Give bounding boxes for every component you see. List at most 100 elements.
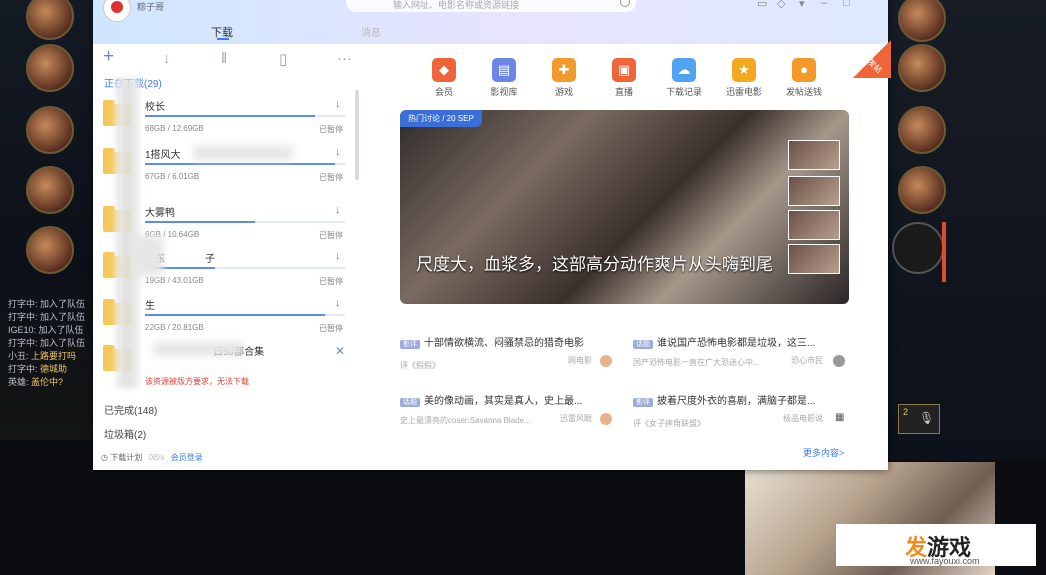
nav-download-records[interactable]: ☁ 下载记录	[662, 58, 706, 98]
health-bar	[942, 222, 946, 282]
banner-title: 尺度大，血浆多，这部高分动作爽片从头嗨到尾	[416, 255, 773, 274]
banner-thumbnail[interactable]	[788, 140, 840, 170]
schedule-link[interactable]: 下载计划	[110, 453, 142, 462]
news-tag: 话题	[633, 340, 653, 349]
champion-portrait	[26, 226, 74, 274]
download-speed: 0B/s	[148, 453, 165, 462]
author-avatar	[600, 355, 612, 367]
nav-post-reward[interactable]: ● 发帖送钱	[782, 58, 826, 98]
news-author: 恐心市民	[791, 356, 823, 365]
news-item[interactable]: 话题 美的像动画，其实是真人，史上最... 史上最漂亮的coser:Savanna…	[400, 392, 615, 427]
add-task-icon[interactable]: +	[103, 46, 114, 68]
privacy-blur	[133, 236, 163, 276]
settings-icon[interactable]: ▾	[799, 0, 805, 10]
item-status: 已暂停	[319, 231, 343, 240]
champion-portrait	[26, 106, 74, 154]
skin-icon[interactable]: ▭	[757, 0, 767, 10]
chat-line: 打字中: 加入了队伍	[8, 312, 86, 322]
tab-indicator	[217, 38, 229, 40]
mic-button[interactable]: 2 🎙	[898, 404, 940, 434]
news-author: 极品电影说	[783, 414, 823, 423]
news-item[interactable]: 影评 十部情欲横流、闷骚禁忌的猎奇电影 评《假假》 网电影	[400, 334, 615, 370]
nav-live[interactable]: ▣ 直播	[602, 58, 646, 98]
completed-section[interactable]: 已完成(148)	[104, 402, 157, 417]
champion-portrait	[898, 0, 946, 42]
maximize-icon[interactable]: □	[843, 0, 850, 9]
item-status: 已暂停	[319, 277, 343, 286]
progress-bar	[145, 221, 345, 223]
nav-games[interactable]: ✚ 游戏	[542, 58, 586, 98]
shirt-icon[interactable]: ◇	[777, 0, 785, 10]
news-author: 网电影	[568, 356, 592, 365]
clock-icon: ◷	[101, 453, 108, 462]
remove-task-icon[interactable]: ✕	[335, 344, 345, 358]
start-download-icon[interactable]: ↓	[163, 50, 171, 67]
author-avatar	[600, 413, 612, 425]
news-title: 美的像动画，其实是真人，史上最...	[424, 396, 583, 407]
tab-messages[interactable]: 消息	[361, 24, 381, 39]
chat-line: 小丑: 上路要打吗	[8, 351, 77, 361]
champion-portrait	[26, 0, 74, 40]
banner-thumbnail[interactable]	[788, 244, 840, 274]
chat-line: 英雄: 盖伦中?	[8, 377, 64, 387]
progress-bar	[145, 267, 345, 269]
pause-icon[interactable]: ‖	[221, 50, 227, 67]
coin-icon: ●	[792, 58, 816, 82]
banner-thumbnail[interactable]	[788, 210, 840, 240]
minimize-icon[interactable]: –	[821, 0, 827, 9]
item-size: 68GB / 12.69GB	[145, 124, 204, 133]
news-tag: 影评	[400, 340, 420, 349]
username[interactable]: 粽子哥	[137, 0, 164, 13]
chat-line: 打字中: 德城助	[8, 364, 68, 374]
item-name: 大雾鸭	[145, 208, 175, 219]
game-left-panel: 打字中: 加入了队伍 打字中: 加入了队伍 IGE10: 加入了队伍 打字中: …	[0, 0, 95, 440]
game-chat: 打字中: 加入了队伍 打字中: 加入了队伍 IGE10: 加入了队伍 打字中: …	[8, 298, 96, 389]
news-item[interactable]: 话题 谁说国产恐怖电影都是垃圾，这三... 国产恐怖电影一直在广大恐迷心中... …	[633, 334, 848, 369]
news-meta: 史上最漂亮的coser:Savanna Blade...	[400, 416, 531, 425]
movie-clap-icon: ★	[732, 58, 756, 82]
news-item[interactable]: 影评 披着尺度外衣的喜剧，满脑子都是... 评《女子摔角联盟》 极品电影说 ▦	[633, 392, 848, 428]
privacy-blur	[115, 78, 140, 388]
news-author: 迅雷风眼	[560, 414, 592, 423]
news-title: 披着尺度外衣的喜剧，满脑子都是...	[657, 396, 816, 407]
news-meta: 评《假假》	[400, 361, 440, 370]
item-size: 22GB / 20.81GB	[145, 323, 204, 332]
delete-icon[interactable]: ▯	[279, 50, 287, 68]
item-size: 67GB / 6.01GB	[145, 172, 200, 181]
more-content-link[interactable]: 更多内容>	[803, 446, 844, 459]
hero-banner[interactable]: 热门讨论 / 20 SEP 尺度大，血浆多，这部高分动作爽片从头嗨到尾	[400, 110, 849, 304]
champion-portrait	[26, 166, 74, 214]
banner-tag: 热门讨论 / 20 SEP	[400, 110, 482, 127]
vip-login-link[interactable]: 会员登录	[171, 453, 203, 462]
download-arrow-icon[interactable]: ↓	[335, 146, 341, 158]
chat-line: IGE10: 加入了队伍	[8, 325, 84, 335]
nav-vip[interactable]: ◆ 会员	[422, 58, 466, 98]
news-meta: 国产恐怖电影一直在广大恐迷心中...	[633, 358, 760, 367]
film-icon: ▦	[835, 412, 845, 423]
item-status: 已暂停	[319, 173, 343, 182]
download-arrow-icon[interactable]: ↓	[335, 297, 341, 309]
gamepad-icon: ✚	[552, 58, 576, 82]
download-arrow-icon[interactable]: ↓	[335, 250, 341, 262]
film-library-icon: ▤	[492, 58, 516, 82]
news-tag: 话题	[400, 398, 420, 407]
nav-film-library[interactable]: ▤ 影视库	[482, 58, 526, 98]
more-icon[interactable]: ···	[337, 50, 352, 67]
download-arrow-icon[interactable]: ↓	[335, 98, 341, 110]
item-name: 1搭风大	[145, 150, 181, 161]
item-status: 已暂停	[319, 324, 343, 333]
chat-line: 打字中: 加入了队伍	[8, 338, 86, 348]
progress-bar	[145, 314, 345, 316]
champion-portrait	[898, 44, 946, 92]
download-arrow-icon[interactable]: ↓	[335, 204, 341, 216]
nav-xunlei-movies[interactable]: ★ 迅雷电影	[722, 58, 766, 98]
error-message: 该资源被版方要求，无法下载	[145, 377, 249, 386]
diamond-icon: ◆	[432, 58, 456, 82]
news-meta: 评《女子摔角联盟》	[633, 419, 705, 428]
scrollbar[interactable]	[355, 90, 359, 180]
status-bar: ◷ 下载计划 0B/s 会员登录	[101, 452, 203, 463]
cloud-icon: ☁	[672, 58, 696, 82]
banner-thumbnail[interactable]	[788, 176, 840, 206]
item-name: 校长	[145, 102, 165, 113]
trash-section[interactable]: 垃圾箱(2)	[104, 426, 146, 441]
